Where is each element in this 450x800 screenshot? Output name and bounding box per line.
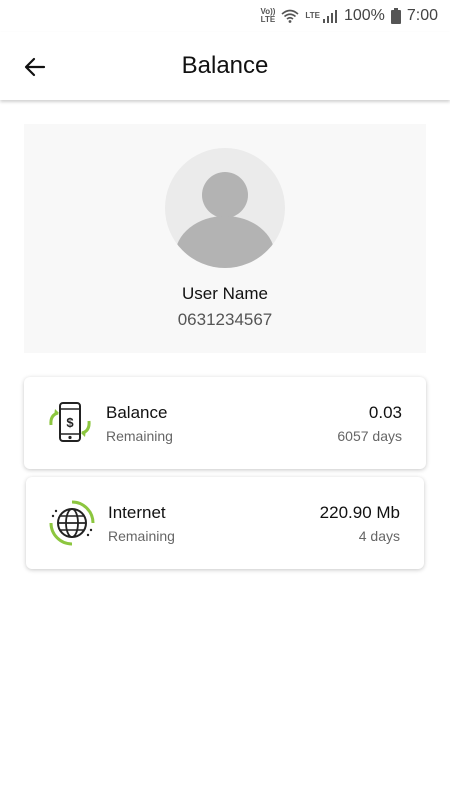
battery-icon — [390, 8, 401, 24]
lte-label: LTE — [305, 11, 320, 20]
balance-text: Balance Remaining — [106, 403, 337, 444]
internet-text: Internet Remaining — [108, 503, 320, 544]
globe-icon — [48, 499, 96, 547]
profile-card: User Name 0631234567 — [24, 124, 426, 353]
internet-days: 4 days — [358, 527, 400, 544]
internet-amount: 220.90 Mb — [319, 502, 400, 522]
balance-subtitle: Remaining — [106, 427, 173, 444]
balance-card[interactable]: $ Balance Remaining 0.03 6057 days — [24, 377, 426, 469]
avatar — [165, 148, 285, 268]
lte-signal: LTE — [305, 9, 338, 23]
clock: 7:00 — [406, 7, 438, 24]
page-title: Balance — [181, 52, 269, 79]
status-bar: Vo)) LTE LTE 100% 7:00 — [0, 0, 450, 32]
user-phone: 0631234567 — [177, 310, 273, 329]
balance-amount: 0.03 — [368, 402, 402, 422]
battery-percent: 100% — [343, 7, 385, 24]
signal-icon — [322, 10, 337, 23]
back-button[interactable] — [20, 52, 50, 82]
app-bar: Balance — [0, 32, 450, 100]
balance-values: 0.03 6057 days — [337, 403, 402, 444]
wifi-icon — [281, 9, 299, 23]
volte-sub-label: LTE — [260, 15, 276, 24]
internet-subtitle: Remaining — [108, 527, 175, 544]
svg-text:$: $ — [66, 415, 74, 430]
phone-dollar-refresh-icon: $ — [46, 399, 94, 447]
user-name: User Name — [182, 284, 268, 303]
internet-values: 220.90 Mb 4 days — [320, 503, 400, 544]
internet-card[interactable]: Internet Remaining 220.90 Mb 4 days — [26, 477, 424, 569]
arrow-left-icon — [24, 57, 46, 77]
volte-indicator: Vo)) LTE — [260, 8, 275, 24]
internet-title: Internet — [108, 502, 166, 522]
balance-title: Balance — [106, 402, 168, 422]
balance-days: 6057 days — [337, 427, 402, 444]
